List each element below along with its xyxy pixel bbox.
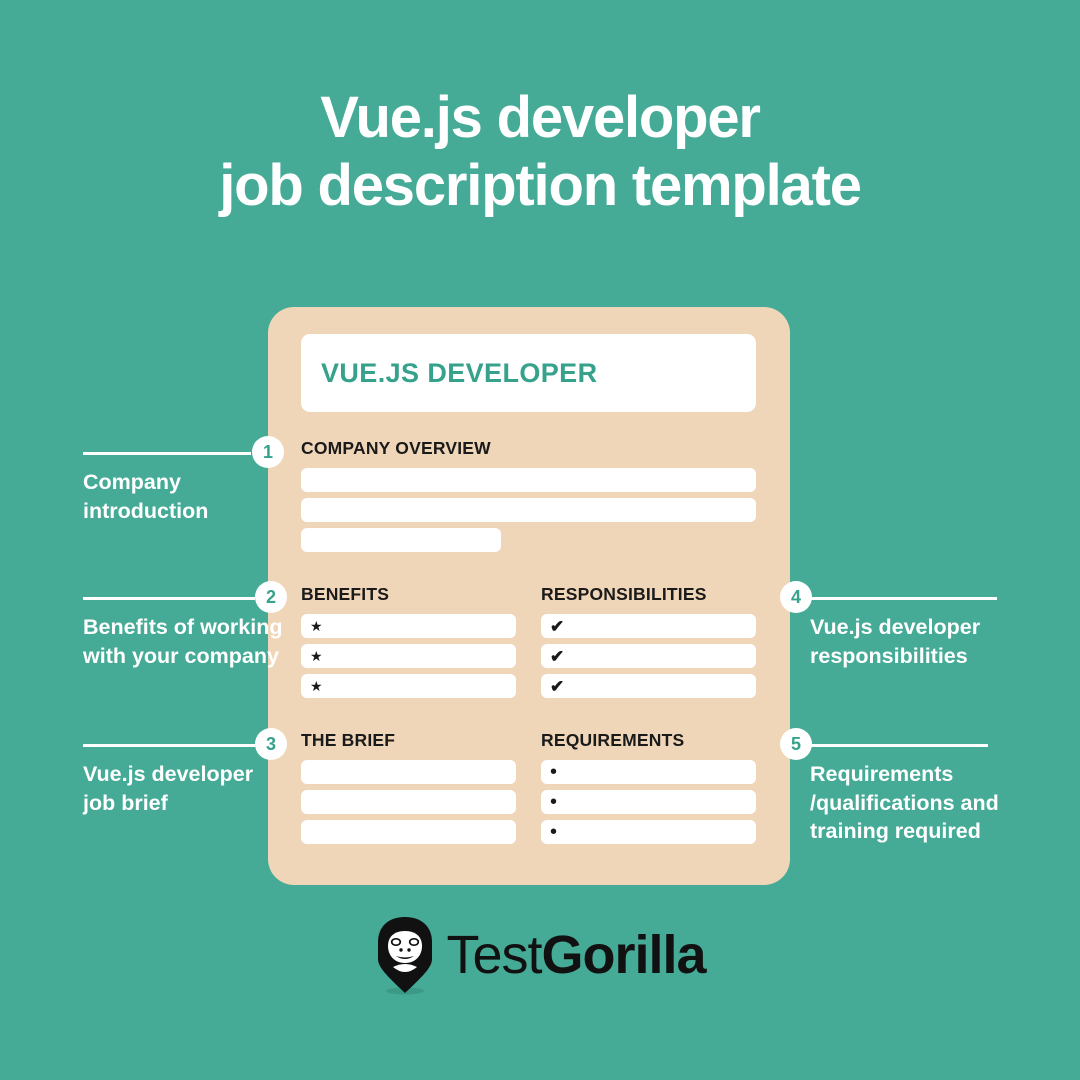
callout-label: Vue.js developer responsibilities [810,615,981,668]
bullet-icon: • [550,761,558,783]
callout-connector-line [83,597,255,600]
section-responsibilities: RESPONSIBILITIES ✔ ✔ ✔ [541,584,756,704]
section-benefits: BENEFITS ★ ★ ★ [301,584,516,704]
star-icon: ★ [310,678,323,694]
star-icon: ★ [310,648,323,664]
field-row[interactable] [301,820,516,844]
callout-number-badge: 1 [252,436,284,468]
callout-number-badge: 3 [255,728,287,760]
field-row[interactable]: • [541,790,756,814]
field-row[interactable]: ✔ [541,644,756,668]
field-row[interactable] [301,760,516,784]
brand-wordmark: TestGorilla [446,925,707,985]
check-icon: ✔ [550,616,565,636]
section-label-benefits: BENEFITS [301,584,390,604]
callout-label: Benefits of working with your company [83,615,283,668]
callout-label: Requirements /qualifications and trainin… [810,762,999,844]
section-label-requirements: REQUIREMENTS [541,730,685,750]
card-header: VUE.JS DEVELOPER [301,334,756,412]
page-title: Vue.js developer job description templat… [0,84,1080,220]
page-title-line-2: job description template [219,152,862,218]
bullet-icon: • [550,791,558,813]
field-row[interactable]: ✔ [541,614,756,638]
field-row[interactable]: ★ [301,674,516,698]
section-company-overview: COMPANY OVERVIEW [301,438,756,558]
field-row[interactable]: • [541,820,756,844]
field-row[interactable] [301,468,756,492]
job-description-card: VUE.JS DEVELOPER COMPANY OVERVIEW BENEFI… [268,307,790,885]
check-icon: ✔ [550,676,565,696]
field-row[interactable] [301,498,756,522]
callout-number-badge: 2 [255,581,287,613]
gorilla-shield-icon [378,917,433,995]
callout-connector-line [83,452,251,455]
field-row[interactable]: ★ [301,644,516,668]
callout-connector-line [810,744,988,747]
callout-connector-line [810,597,997,600]
check-icon: ✔ [550,646,565,666]
field-row[interactable]: • [541,760,756,784]
callout-number-badge: 5 [780,728,812,760]
section-label-company-overview: COMPANY OVERVIEW [301,438,491,458]
star-icon: ★ [310,618,323,634]
callout-connector-line [83,744,255,747]
section-the-brief: THE BRIEF [301,730,516,850]
field-row[interactable] [301,790,516,814]
field-row[interactable] [301,528,501,552]
brand-logo: TestGorilla [0,915,1080,995]
brand-word-gorilla: Gorilla [541,925,707,985]
section-requirements: REQUIREMENTS • • • [541,730,756,850]
card-header-title: VUE.JS DEVELOPER [321,357,598,388]
section-label-the-brief: THE BRIEF [301,730,396,750]
section-label-responsibilities: RESPONSIBILITIES [541,584,707,604]
callout-label: Vue.js developer job brief [83,762,254,815]
bullet-icon: • [550,821,558,843]
callout-number-badge: 4 [780,581,812,613]
field-row[interactable]: ★ [301,614,516,638]
callout-label: Company introduction [83,470,209,523]
page-title-line-1: Vue.js developer [320,85,761,150]
field-row[interactable]: ✔ [541,674,756,698]
brand-word-test: Test [446,925,542,985]
